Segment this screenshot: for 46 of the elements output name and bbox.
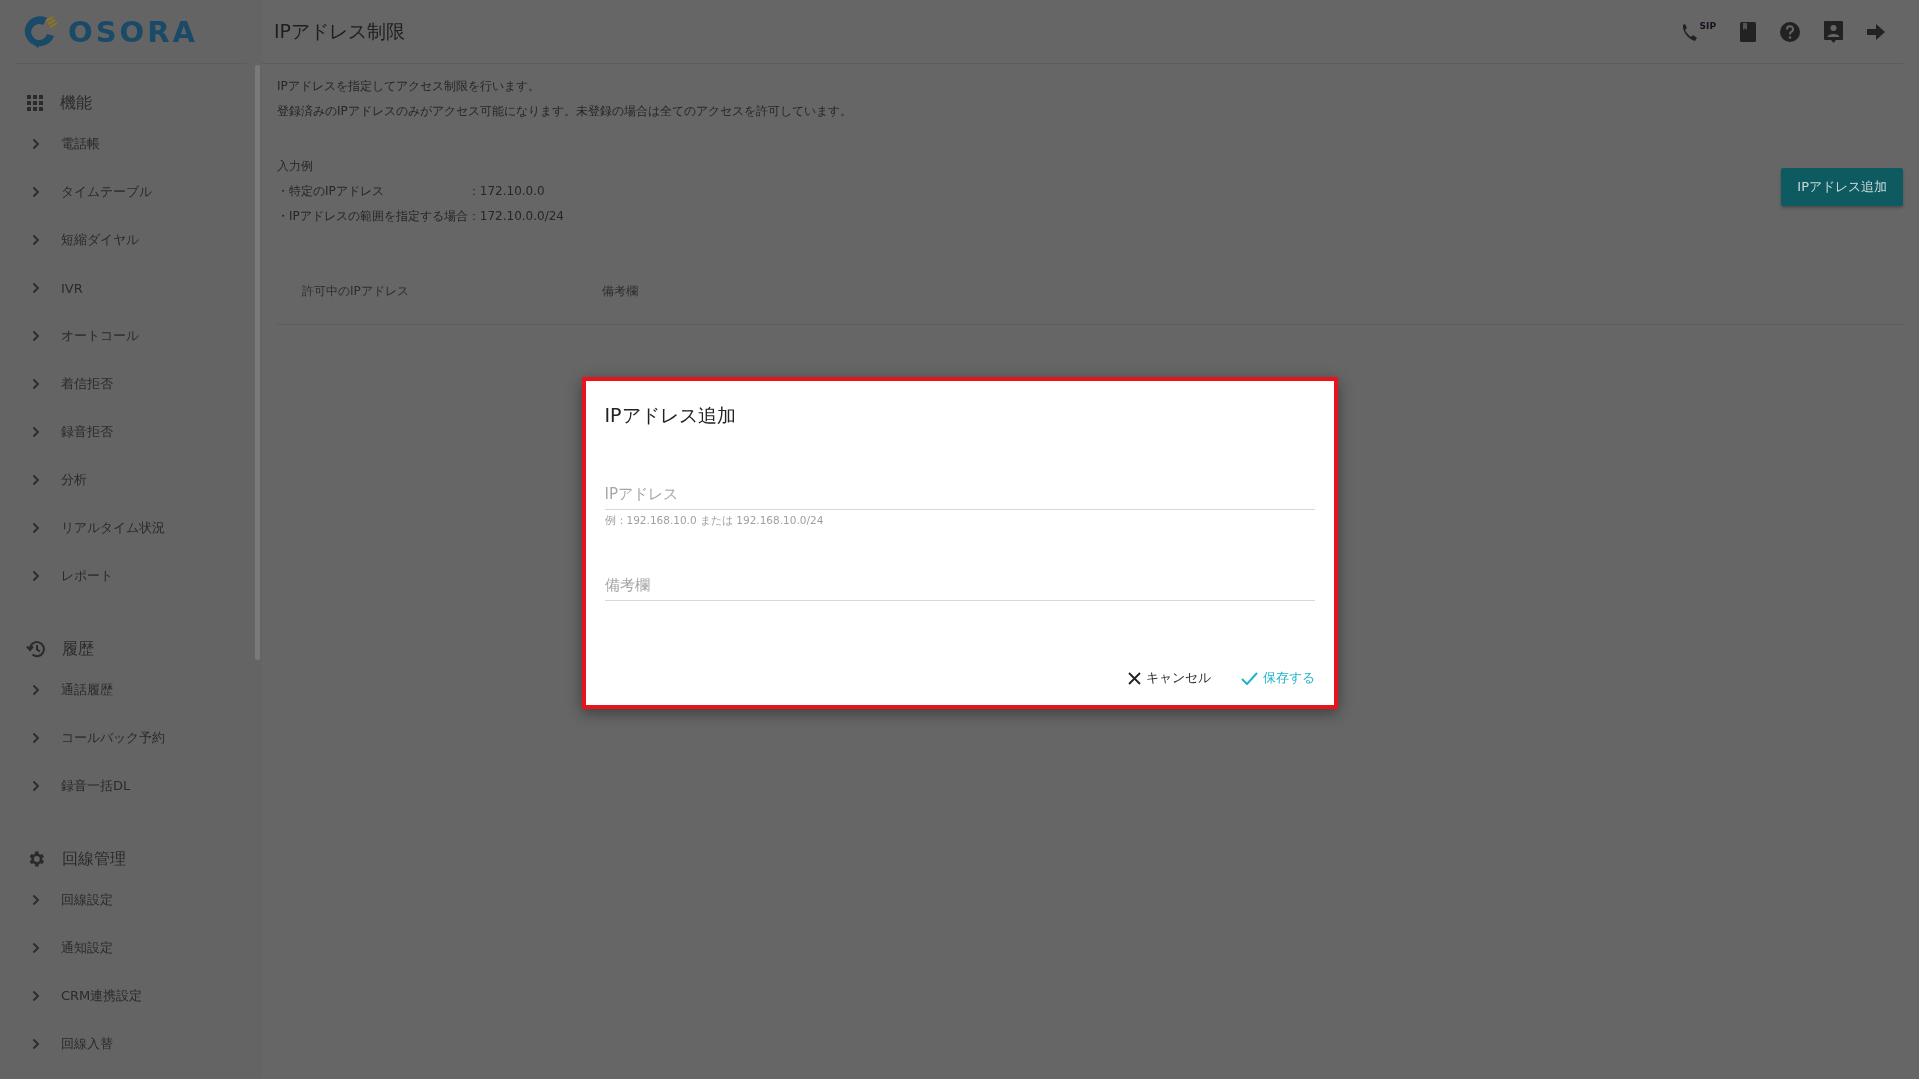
chevron-right-icon (32, 282, 40, 294)
chevron-right-icon (32, 684, 40, 696)
page-title: IPアドレス制限 (274, 18, 406, 44)
logout-icon[interactable] (1867, 23, 1885, 40)
chevron-right-icon (32, 474, 40, 486)
add-ip-button[interactable]: IPアドレス追加 (1781, 168, 1903, 206)
check-icon (1240, 671, 1258, 685)
chevron-right-icon (32, 186, 40, 198)
logo-text: OSORA (68, 14, 198, 49)
example-value: ：172.10.0.0 (467, 183, 546, 200)
chevron-right-icon (32, 732, 40, 744)
sip-phone-button[interactable]: SIP (1679, 20, 1716, 43)
input-field[interactable]: 備考欄 (604, 572, 1315, 601)
history-icon (26, 640, 46, 658)
chevron-right-icon (32, 570, 40, 582)
section-title: 機能 (60, 92, 92, 114)
input-field[interactable]: IPアドレス (604, 481, 1315, 510)
section-title: 回線管理 (62, 848, 126, 870)
cancel-button[interactable]: キャンセル (1127, 667, 1211, 689)
grid-icon (26, 94, 44, 112)
chevron-right-icon (32, 990, 40, 1002)
chevron-right-icon (32, 780, 40, 792)
help-icon[interactable] (1780, 21, 1800, 42)
book-icon[interactable] (1740, 21, 1756, 42)
chevron-right-icon (32, 234, 40, 246)
section-title: 履歴 (62, 638, 94, 660)
example-label: ・IPアドレスの範囲を指定する場合 (277, 208, 468, 225)
example-value: ：172.10.0.0/24 (467, 208, 564, 225)
chevron-right-icon (32, 942, 40, 954)
sidebar-item[interactable]: 分析 (0, 456, 87, 504)
chevron-right-icon (32, 522, 40, 534)
chevron-right-icon (32, 330, 40, 342)
contact-card-icon[interactable] (1824, 20, 1843, 43)
example-heading: 入力例 (277, 158, 314, 175)
sidebar-item[interactable]: IVR (0, 264, 83, 312)
close-icon (1127, 671, 1141, 685)
chevron-right-icon (32, 378, 40, 390)
chevron-right-icon (32, 138, 40, 150)
chevron-right-icon (32, 426, 40, 438)
dialog-title: IPアドレス追加 (604, 403, 737, 428)
chevron-right-icon (32, 894, 40, 906)
sidebar-item[interactable]: 通知設定 (0, 924, 113, 972)
hint-text: 例：192.168.10.0 または 192.168.10.0/24 (604, 514, 825, 528)
example-label: ・特定のIPアドレス (277, 183, 385, 200)
save-button[interactable]: 保存する (1240, 667, 1315, 689)
chevron-right-icon (32, 1038, 40, 1050)
